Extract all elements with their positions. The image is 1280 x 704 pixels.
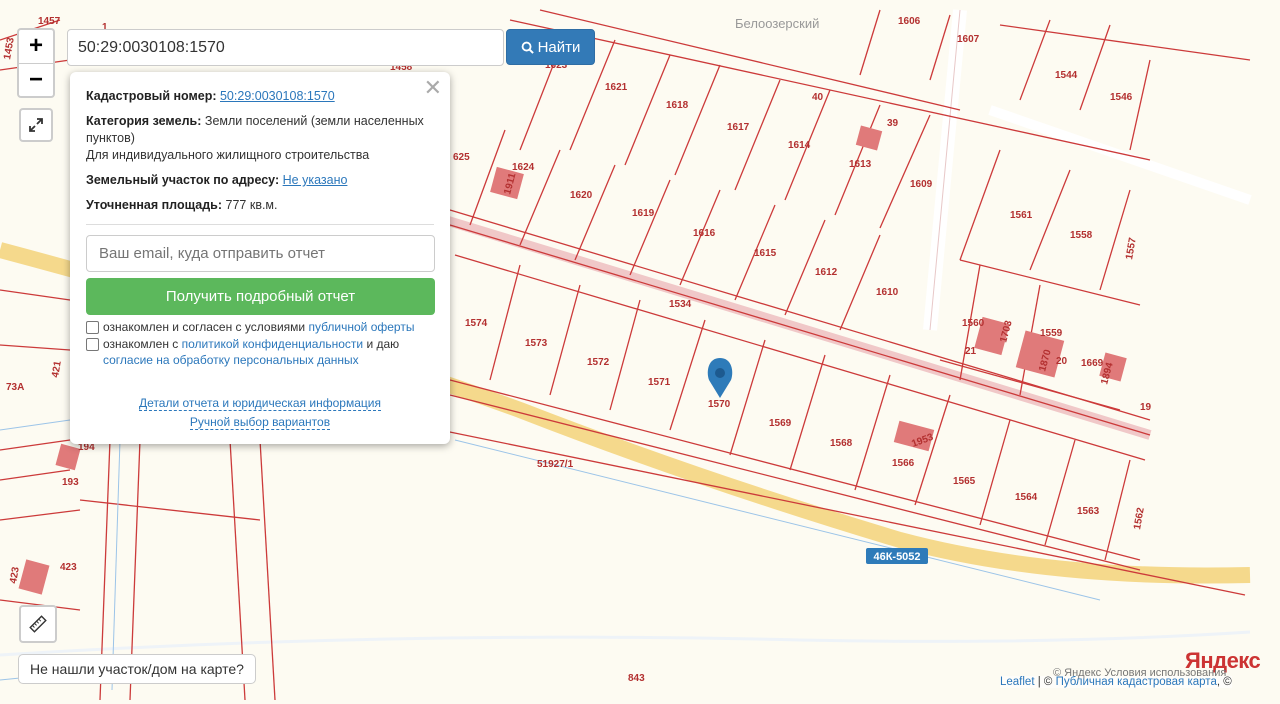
address-label: Земельный участок по адресу: bbox=[86, 173, 280, 187]
parcel-label-1610: 1610 bbox=[876, 287, 899, 298]
parcel-label-1457: 1457 bbox=[38, 16, 61, 27]
email-input[interactable] bbox=[86, 235, 435, 272]
parcel-label-843: 843 bbox=[628, 673, 645, 684]
privacy-policy-link[interactable]: политикой конфиденциальности bbox=[182, 337, 363, 351]
public-offer-link[interactable]: публичной оферты bbox=[308, 320, 414, 334]
parcel-label-625: 625 bbox=[453, 152, 470, 163]
cadastral-number-label: Кадастровый номер: bbox=[86, 89, 217, 103]
close-icon[interactable]: ✕ bbox=[424, 74, 442, 102]
parcel-label-39: 39 bbox=[887, 118, 899, 129]
parcel-label-1615: 1615 bbox=[754, 248, 777, 259]
road-badge: 46К-5052 bbox=[866, 548, 928, 564]
parcel-label-1617: 1617 bbox=[727, 122, 750, 133]
parcel-label-1607: 1607 bbox=[957, 34, 980, 45]
area-label: Белоозерский bbox=[735, 16, 819, 31]
parcel-label-1616: 1616 bbox=[693, 228, 716, 239]
parcel-label-1563: 1563 bbox=[1077, 506, 1100, 517]
get-report-button[interactable]: Получить подробный отчет bbox=[86, 278, 435, 315]
area-value: 777 кв.м. bbox=[225, 198, 278, 212]
parcel-label-51927/1: 51927/1 bbox=[537, 459, 574, 470]
parcel-label-1546: 1546 bbox=[1110, 92, 1133, 103]
parcel-label-1619: 1619 bbox=[632, 208, 655, 219]
ruler-icon bbox=[29, 615, 47, 633]
offer-checkbox[interactable] bbox=[86, 321, 99, 334]
parcel-label-193: 193 bbox=[62, 477, 79, 488]
consent-offer-row: ознакомлен и согласен с условиями публич… bbox=[86, 319, 434, 335]
parcel-info-popup: ✕ Кадастровый номер: 50:29:0030108:1570 … bbox=[70, 72, 450, 444]
area-label: Уточненная площадь: bbox=[86, 198, 223, 212]
fullscreen-button[interactable] bbox=[19, 108, 53, 142]
parcel-label-1571: 1571 bbox=[648, 377, 671, 388]
address-link[interactable]: Не указано bbox=[283, 173, 348, 187]
svg-text:46К-5052: 46К-5052 bbox=[873, 551, 920, 563]
divider bbox=[86, 224, 434, 225]
consent-privacy-row: ознакомлен с политикой конфиденциальност… bbox=[86, 336, 434, 368]
parcel-label-1669: 1669 bbox=[1081, 358, 1104, 369]
find-button[interactable]: Найти bbox=[506, 29, 595, 65]
attribution: © Яндекс Условия использования Leaflet |… bbox=[1000, 667, 1232, 688]
land-use-value: Для индивидуального жилищного строительс… bbox=[86, 148, 370, 162]
parcel-label-1544: 1544 bbox=[1055, 70, 1078, 81]
parcel-label-1559: 1559 bbox=[1040, 328, 1063, 339]
parcel-label-1570: 1570 bbox=[708, 399, 731, 410]
parcel-label-1572: 1572 bbox=[587, 357, 610, 368]
search-icon bbox=[521, 41, 534, 54]
parcel-label-1566: 1566 bbox=[892, 458, 915, 469]
parcel-label-423: 423 bbox=[60, 562, 77, 573]
parcel-label-1569: 1569 bbox=[769, 418, 792, 429]
popup-links: Детали отчета и юридическая информация Р… bbox=[86, 394, 434, 432]
parcel-label-1558: 1558 bbox=[1070, 230, 1093, 241]
parcel-label-21: 21 bbox=[965, 346, 977, 357]
leaflet-link[interactable]: Leaflet bbox=[1000, 676, 1035, 688]
parcel-label-1565: 1565 bbox=[953, 476, 976, 487]
parcel-label-1614: 1614 bbox=[788, 140, 811, 151]
zoom-in-button[interactable]: + bbox=[19, 30, 53, 64]
parcel-label-1560: 1560 bbox=[962, 318, 985, 329]
personal-data-consent-link[interactable]: согласие на обработку персональных данны… bbox=[103, 353, 359, 367]
parcel-label-1612: 1612 bbox=[815, 267, 838, 278]
cadastral-number-link[interactable]: 50:29:0030108:1570 bbox=[220, 89, 335, 103]
consent-privacy-text-b: и даю bbox=[366, 337, 400, 351]
cadastral-search-input[interactable] bbox=[67, 29, 504, 66]
consent-offer-text: ознакомлен и согласен с условиями bbox=[103, 320, 306, 334]
parcel-label-1534: 1534 bbox=[669, 299, 692, 310]
find-button-label: Найти bbox=[537, 38, 581, 56]
parcel-label-1568: 1568 bbox=[830, 438, 853, 449]
parcel-label-40: 40 bbox=[812, 92, 824, 103]
parcel-label-1613: 1613 bbox=[849, 159, 872, 170]
zoom-control: + − bbox=[17, 28, 55, 98]
report-details-link[interactable]: Детали отчета и юридическая информация bbox=[139, 396, 381, 411]
parcel-label-1573: 1573 bbox=[525, 338, 548, 349]
zoom-out-button[interactable]: − bbox=[19, 64, 53, 97]
parcel-label-1618: 1618 bbox=[666, 100, 689, 111]
manual-selection-link[interactable]: Ручной выбор вариантов bbox=[189, 415, 331, 430]
parcel-label-1621: 1621 bbox=[605, 82, 628, 93]
parcel-label-19: 19 bbox=[1140, 402, 1152, 413]
parcel-label-1606: 1606 bbox=[898, 16, 921, 27]
not-found-button[interactable]: Не нашли участок/дом на карте? bbox=[18, 654, 256, 684]
measure-button[interactable] bbox=[19, 605, 57, 643]
privacy-checkbox[interactable] bbox=[86, 338, 99, 351]
parcel-label-1620: 1620 bbox=[570, 190, 593, 201]
land-category-label: Категория земель: bbox=[86, 114, 202, 128]
expand-icon bbox=[29, 118, 43, 132]
parcel-label-73А: 73А bbox=[6, 382, 24, 393]
consent-privacy-text-a: ознакомлен с bbox=[103, 337, 179, 351]
parcel-label-1564: 1564 bbox=[1015, 492, 1038, 503]
yandex-terms: © Яндекс Условия использования bbox=[1053, 667, 1227, 679]
parcel-label-1561: 1561 bbox=[1010, 210, 1033, 221]
parcel-label-20: 20 bbox=[1056, 356, 1068, 367]
parcel-label-1574: 1574 bbox=[465, 318, 488, 329]
parcel-label-1624: 1624 bbox=[512, 162, 535, 173]
parcel-label-1609: 1609 bbox=[910, 179, 933, 190]
